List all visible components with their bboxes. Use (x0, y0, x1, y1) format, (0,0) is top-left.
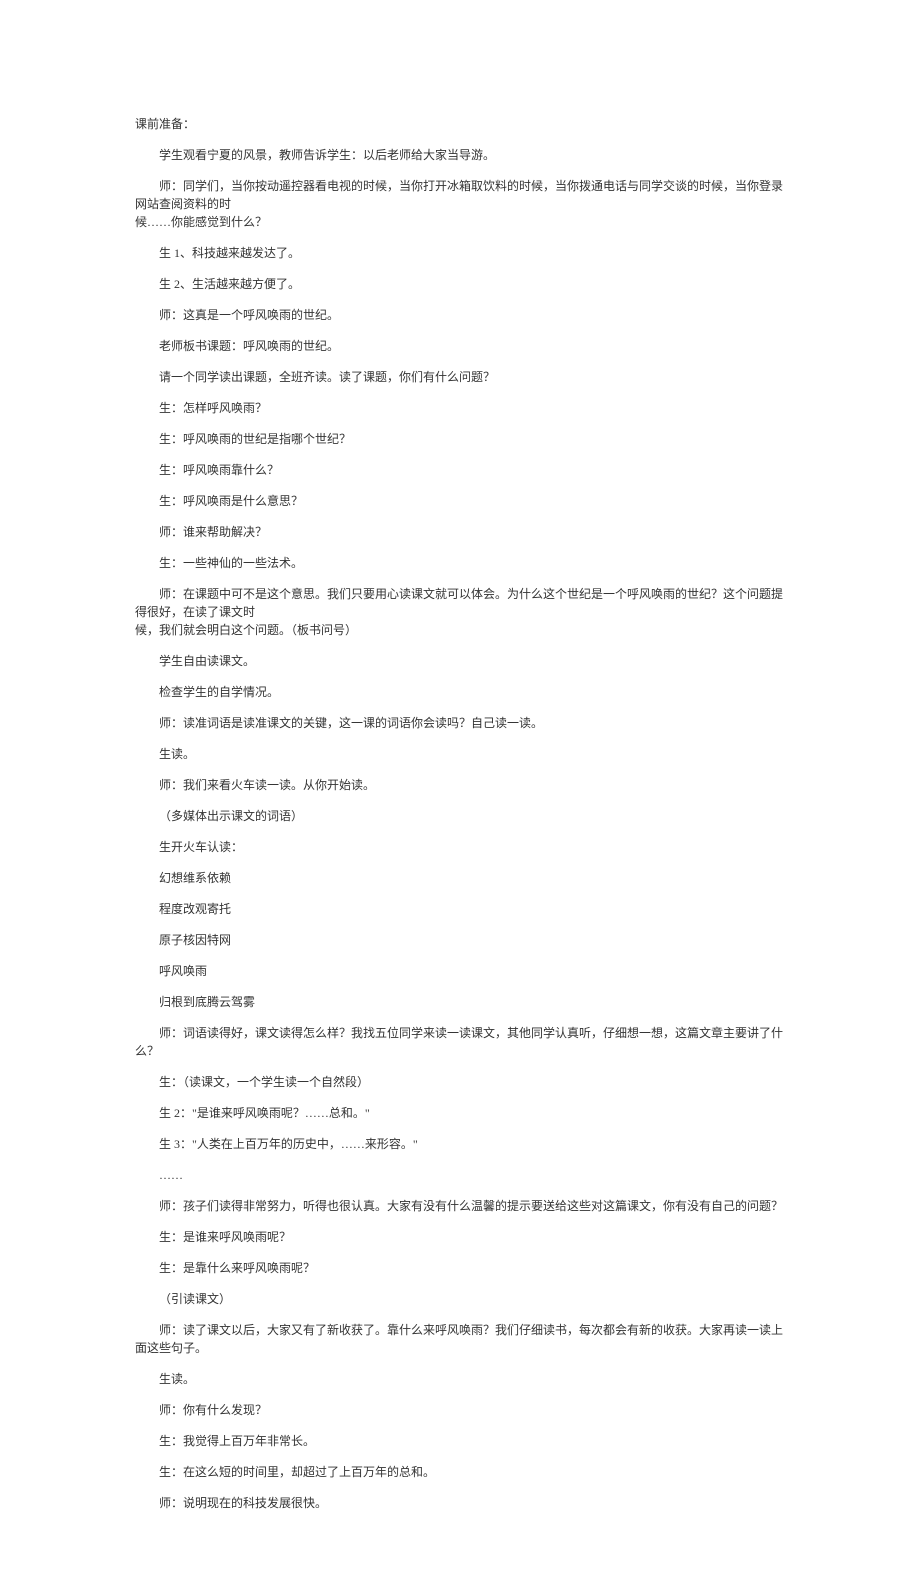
text-line: 师：我们来看火车读一读。从你开始读。 (135, 776, 785, 794)
text-line: 师：词语读得好，课文读得怎么样？我找五位同学来读一读课文，其他同学认真听，仔细想… (135, 1024, 785, 1060)
text-line: 生：一些神仙的一些法术。 (135, 554, 785, 572)
text-line: （引读课文） (135, 1290, 785, 1308)
text-line: 生 2："是谁来呼风唤雨呢？……总和。" (135, 1104, 785, 1122)
text-line: 生：呼风唤雨靠什么？ (135, 461, 785, 479)
text-line: 课前准备： (135, 115, 785, 133)
text-line: （多媒体出示课文的词语） (135, 807, 785, 825)
text-line: 生：怎样呼风唤雨？ (135, 399, 785, 417)
text-line: …… (135, 1166, 785, 1184)
text-line: 幻想维系依赖 (135, 869, 785, 887)
text-line: 师：你有什么发现？ (135, 1401, 785, 1419)
text-line: 原子核因特网 (135, 931, 785, 949)
text-line: 归根到底腾云驾雾 (135, 993, 785, 1011)
text-line: 候……你能感觉到什么？ (135, 213, 785, 231)
text-line: 生 1、科技越来越发达了。 (135, 244, 785, 262)
text-line: 学生自由读课文。 (135, 652, 785, 670)
text-line: 师：同学们，当你按动遥控器看电视的时候，当你打开冰箱取饮料的时候，当你拨通电话与… (135, 177, 785, 213)
text-line: 生开火车认读： (135, 838, 785, 856)
text-line: 师：孩子们读得非常努力，听得也很认真。大家有没有什么温馨的提示要送给这些对这篇课… (135, 1197, 785, 1215)
text-line: 生读。 (135, 1370, 785, 1388)
text-line: 师：读准词语是读准课文的关键，这一课的词语你会读吗？自己读一读。 (135, 714, 785, 732)
text-line: 生：呼风唤雨是什么意思？ (135, 492, 785, 510)
text-line: 师：这真是一个呼风唤雨的世纪。 (135, 306, 785, 324)
text-line: 生：（读课文，一个学生读一个自然段） (135, 1073, 785, 1091)
text-line: 生 3："人类在上百万年的历史中，……来形容。" (135, 1135, 785, 1153)
text-line: 检查学生的自学情况。 (135, 683, 785, 701)
text-line: 师：在课题中可不是这个意思。我们只要用心读课文就可以体会。为什么这个世纪是一个呼… (135, 585, 785, 621)
text-line: 生 2、生活越来越方便了。 (135, 275, 785, 293)
text-line: 师：说明现在的科技发展很快。 (135, 1494, 785, 1512)
text-line: 师：读了课文以后，大家又有了新收获了。靠什么来呼风唤雨？我们仔细读书，每次都会有… (135, 1321, 785, 1357)
text-line: 生：是靠什么来呼风唤雨呢？ (135, 1259, 785, 1277)
text-line: 师：谁来帮助解决？ (135, 523, 785, 541)
text-line: 生读。 (135, 745, 785, 763)
text-line: 生：是谁来呼风唤雨呢？ (135, 1228, 785, 1246)
text-line: 生：在这么短的时间里，却超过了上百万年的总和。 (135, 1463, 785, 1481)
text-line: 请一个同学读出课题，全班齐读。读了课题，你们有什么问题？ (135, 368, 785, 386)
text-line: 老师板书课题：呼风唤雨的世纪。 (135, 337, 785, 355)
text-line: 候，我们就会明白这个问题。（板书问号） (135, 621, 785, 639)
text-line: 呼风唤雨 (135, 962, 785, 980)
text-line: 学生观看宁夏的风景，教师告诉学生：以后老师给大家当导游。 (135, 146, 785, 164)
text-line: 程度改观寄托 (135, 900, 785, 918)
text-line: 生：呼风唤雨的世纪是指哪个世纪？ (135, 430, 785, 448)
text-line: 生：我觉得上百万年非常长。 (135, 1432, 785, 1450)
